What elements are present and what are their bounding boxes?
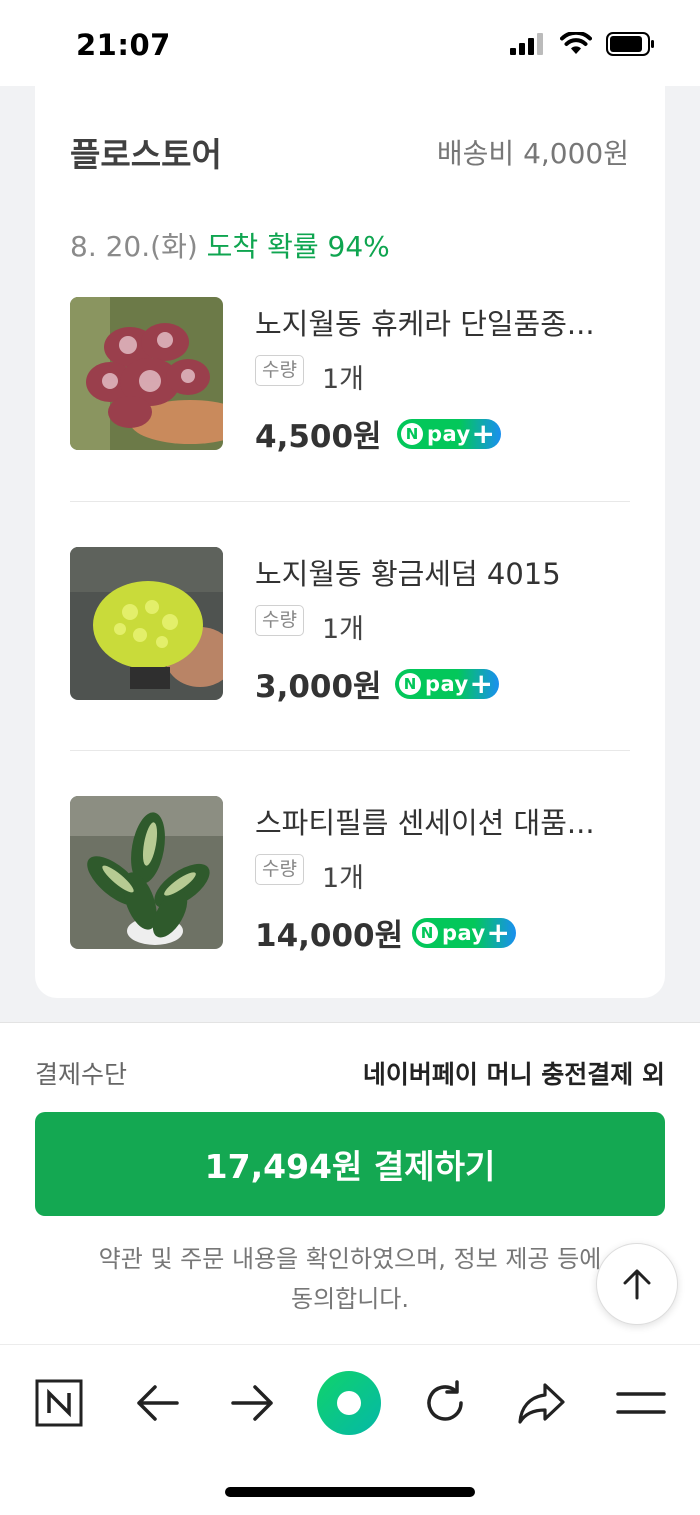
product-name[interactable]: 노지월동 휴케라 단일품종... [255,301,635,343]
cellular-signal-icon [510,33,543,55]
product-image[interactable] [70,297,223,450]
product-name[interactable]: 노지월동 황금세덤 4015 [255,551,635,593]
shipping-fee: 배송비 4,000원 [436,137,629,170]
scroll-to-top-button[interactable] [596,1243,678,1325]
menu-button[interactable] [605,1367,677,1439]
payment-method-label: 결제수단 [35,1060,128,1089]
naver-home-button[interactable] [23,1367,95,1439]
npay-n-icon: N [416,922,438,944]
pay-button[interactable]: 17,494원 결제하기 [35,1112,665,1216]
reload-button[interactable] [409,1367,481,1439]
plus-icon: + [486,916,510,949]
back-button[interactable] [121,1367,193,1439]
npay-n-icon: N [399,673,421,695]
payment-method-value[interactable]: 네이버페이 머니 충전결제 외 [363,1055,665,1091]
order-card: 플로스토어 배송비 4,000원 8. 20.(화) 도착 확률 94% 노지월… [35,80,665,998]
order-item[interactable]: 노지월동 황금세덤 4015 수량 1개 3,000원 N pay + [70,547,630,707]
quantity-value: 1개 [322,364,365,395]
product-price: 3,000원 [255,669,382,705]
plus-icon: + [471,417,495,450]
quantity-label: 수량 [255,854,304,885]
npay-plus-badge: N pay + [397,419,501,449]
product-image[interactable] [70,796,223,949]
product-image[interactable] [70,547,223,700]
order-item[interactable]: 스파티필름 센세이션 대품... 수량 1개 14,000원 N pay + [70,796,630,956]
quantity-label: 수량 [255,605,304,636]
share-icon [518,1383,565,1424]
product-price: 14,000원 [255,918,404,954]
npay-plus-badge: N pay + [395,669,499,699]
home-indicator [225,1487,475,1497]
browser-toolbar [0,1344,700,1515]
menu-icon [616,1392,666,1414]
reload-icon [427,1380,463,1421]
agreement-line: 동의합니다. [290,1285,410,1313]
forward-arrow-icon [231,1385,273,1421]
npay-plus-badge: N pay + [412,918,516,948]
divider [70,750,630,751]
share-button[interactable] [506,1367,578,1439]
divider [70,501,630,502]
plus-icon: + [469,667,493,700]
quantity-value: 1개 [322,863,365,894]
battery-icon [606,32,654,56]
arrow-up-icon [623,1269,651,1300]
status-time: 21:07 [76,28,171,62]
payment-panel: 결제수단 네이버페이 머니 충전결제 외 17,494원 결제하기 약관 및 주… [0,1022,700,1344]
arrival-date: 8. 20.(화) [70,230,198,263]
status-bar: 21:07 [0,0,700,86]
agreement-text: 약관 및 주문 내용을 확인하였으며, 정보 제공 등에 동의합니다. [70,1239,630,1319]
arrival-estimate: 8. 20.(화) 도착 확률 94% [70,225,390,265]
npay-n-icon: N [401,423,423,445]
store-name[interactable]: 플로스토어 [70,128,222,176]
order-item[interactable]: 노지월동 휴케라 단일품종... 수량 1개 4,500원 N pay + [70,297,630,457]
wifi-icon [560,32,592,54]
arrival-probability: 도착 확률 94% [206,230,390,263]
product-name[interactable]: 스파티필름 센세이션 대품... [255,800,635,842]
green-dot-icon [317,1371,381,1435]
forward-button[interactable] [217,1367,289,1439]
back-arrow-icon [137,1385,179,1421]
quantity-value: 1개 [322,614,365,645]
quantity-label: 수량 [255,355,304,386]
product-price: 4,500원 [255,419,382,455]
green-dot-button[interactable] [313,1367,385,1439]
status-icons [510,32,656,56]
naver-n-icon [35,1379,83,1427]
agreement-line: 약관 및 주문 내용을 확인하였으며, 정보 제공 등에 [98,1245,602,1273]
